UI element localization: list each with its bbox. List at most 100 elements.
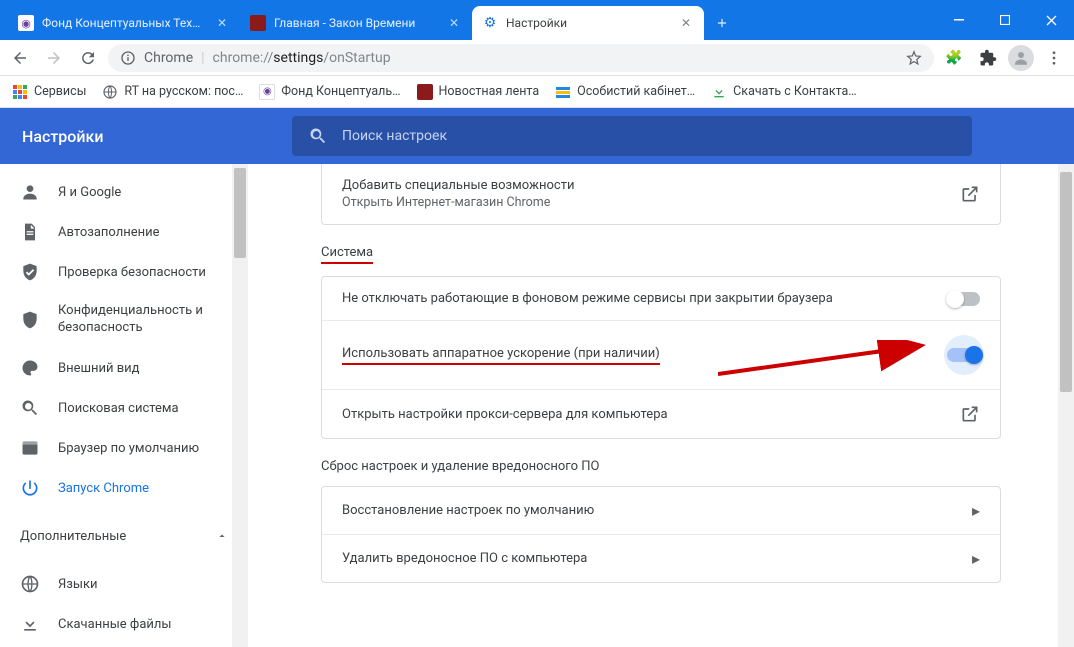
sidebar-item-label: Проверка безопасности: [58, 265, 206, 280]
reset-section-title: Сброс настроек и удаление вредоносного П…: [321, 459, 1001, 474]
address-scheme: Chrome: [144, 50, 193, 66]
extensions-menu-icon[interactable]: [974, 44, 1002, 72]
maximize-button[interactable]: [982, 0, 1028, 40]
bookmark-item[interactable]: Скачать с Контакта…: [705, 80, 863, 104]
sidebar-item-label: Запуск Chrome: [58, 481, 149, 496]
new-tab-button[interactable]: [708, 9, 736, 37]
search-icon: [20, 398, 40, 418]
bookmark-label: Новостная лента: [439, 84, 540, 99]
globe-icon: [102, 84, 118, 100]
palette-icon: [20, 358, 40, 378]
system-row[interactable]: Использовать аппаратное ускорение (при н…: [322, 321, 1000, 390]
extension-icon[interactable]: 🧩: [940, 44, 968, 72]
row-subtitle: Открыть Интернет-магазин Chrome: [342, 195, 575, 210]
sidebar-item-downloads[interactable]: Скачанные файлы: [0, 604, 248, 644]
advanced-toggle[interactable]: Дополнительные: [0, 516, 248, 556]
favicon: [250, 15, 266, 31]
sidebar-item-label: Языки: [58, 577, 98, 592]
scrollbar-thumb[interactable]: [234, 168, 246, 258]
browser-tab[interactable]: Главная - Закон Времени ✕: [240, 6, 472, 40]
reset-row[interactable]: Удалить вредоносное ПО с компьютера ▸: [322, 535, 1000, 582]
sidebar-item-autofill[interactable]: Автозаполнение: [0, 212, 248, 252]
bookmark-item[interactable]: Новостная лента: [411, 80, 546, 104]
sidebar-item-privacy[interactable]: Конфиденциальность и безопасность: [0, 292, 248, 348]
favicon: ◉: [259, 84, 275, 100]
settings-header: Настройки: [0, 108, 1074, 164]
address-bar[interactable]: Chrome | chrome://settings/onStartup: [108, 44, 934, 72]
scrollbar-thumb[interactable]: [1060, 172, 1072, 392]
bookmark-star-icon[interactable]: [906, 50, 922, 66]
row-label: Восстановление настроек по умолчанию: [342, 503, 594, 518]
download-icon: [20, 614, 40, 634]
sidebar-item-you-google[interactable]: Я и Google: [0, 172, 248, 212]
bookmark-label: Фонд Концептуаль…: [281, 84, 400, 99]
shield-check-icon: [20, 262, 40, 282]
settings-page: Настройки Я и Google Автозаполнение Провер…: [0, 108, 1074, 647]
system-row[interactable]: Не отключать работающие в фоновом режиме…: [322, 277, 1000, 321]
favicon: [555, 84, 571, 100]
bookmark-label: RT на русском: пос…: [124, 84, 243, 99]
tab-strip: ◉ Фонд Концептуальных Техноло ✕ Главная …: [8, 6, 936, 40]
row-label: Удалить вредоносное ПО с компьютера: [342, 551, 587, 566]
bookmark-label: Особистий кабінет…: [577, 84, 695, 99]
sidebar-item-label: Автозаполнение: [58, 225, 160, 240]
tab-title: Настройки: [506, 16, 670, 30]
back-button[interactable]: [6, 44, 34, 72]
sidebar-item-search[interactable]: Поисковая система: [0, 388, 248, 428]
sidebar-item-label: Скачанные файлы: [58, 617, 172, 632]
bookmark-item[interactable]: Особистий кабінет…: [549, 80, 701, 104]
toggle-switch[interactable]: [947, 348, 981, 362]
settings-icon: ⚙: [482, 15, 498, 31]
chevron-up-icon: [216, 530, 228, 542]
sidebar-item-lang[interactable]: Языки: [0, 564, 248, 604]
system-row[interactable]: Открыть настройки прокси-сервера для ком…: [322, 390, 1000, 438]
close-icon[interactable]: ✕: [678, 15, 694, 31]
sidebar-item-startup[interactable]: Запуск Chrome: [0, 468, 248, 508]
external-link-icon: [960, 404, 980, 424]
window-controls: [936, 0, 1074, 40]
profile-avatar[interactable]: [1008, 45, 1034, 71]
settings-title: Настройки: [0, 108, 292, 164]
file-icon: [20, 222, 40, 242]
sidebar-item-label: Внешний вид: [58, 361, 140, 376]
favicon: [417, 84, 433, 100]
bookmark-item[interactable]: RT на русском: пос…: [96, 80, 249, 104]
reset-row[interactable]: Восстановление настроек по умолчанию▸: [322, 487, 1000, 535]
tab-title: Главная - Закон Времени: [274, 16, 438, 30]
minimize-button[interactable]: [936, 0, 982, 40]
kebab-menu-icon[interactable]: [1040, 44, 1068, 72]
browser-toolbar: Chrome | chrome://settings/onStartup 🧩: [0, 40, 1074, 76]
browser-tab[interactable]: ◉ Фонд Концептуальных Техноло ✕: [8, 6, 240, 40]
bookmark-label: Скачать с Контакта…: [733, 84, 857, 99]
sidebar-item-appearance[interactable]: Внешний вид: [0, 348, 248, 388]
sidebar-item-safety[interactable]: Проверка безопасности: [0, 252, 248, 292]
browser-tab-active[interactable]: ⚙ Настройки ✕: [472, 6, 704, 40]
site-info-icon[interactable]: [120, 50, 136, 66]
shield-icon: [20, 310, 40, 330]
row-label: Использовать аппаратное ускорение (при н…: [342, 346, 660, 365]
settings-search-input[interactable]: [342, 128, 956, 144]
address-text: chrome://settings/onStartup: [213, 50, 898, 66]
search-icon: [308, 126, 328, 146]
forward-button[interactable]: [40, 44, 68, 72]
close-window-button[interactable]: [1028, 0, 1074, 40]
settings-search[interactable]: [292, 116, 972, 156]
power-icon: [20, 478, 40, 498]
reload-button[interactable]: [74, 44, 102, 72]
sidebar-item-default[interactable]: Браузер по умолчанию: [0, 428, 248, 468]
sidebar-item-label: Браузер по умолчанию: [58, 441, 199, 456]
apps-shortcut[interactable]: Сервисы: [6, 80, 92, 104]
sidebar-item-label: Поисковая система: [58, 401, 179, 416]
settings-main: Добавить специальные возможности Открыть…: [248, 108, 1074, 647]
toggle-switch[interactable]: [946, 292, 980, 306]
window-titlebar: ◉ Фонд Концептуальных Техноло ✕ Главная …: [0, 0, 1074, 40]
apps-grid-icon: [12, 84, 28, 100]
a11y-row[interactable]: Добавить специальные возможности Открыть…: [322, 164, 1000, 224]
external-link-icon: [960, 184, 980, 204]
bookmark-item[interactable]: ◉ Фонд Концептуаль…: [253, 80, 406, 104]
close-icon[interactable]: ✕: [446, 15, 462, 31]
close-icon[interactable]: ✕: [214, 15, 230, 31]
settings-sidebar: Я и Google Автозаполнение Проверка безопас…: [0, 108, 248, 647]
favicon: ◉: [18, 15, 34, 31]
chevron-right-icon: ▸: [972, 549, 980, 568]
